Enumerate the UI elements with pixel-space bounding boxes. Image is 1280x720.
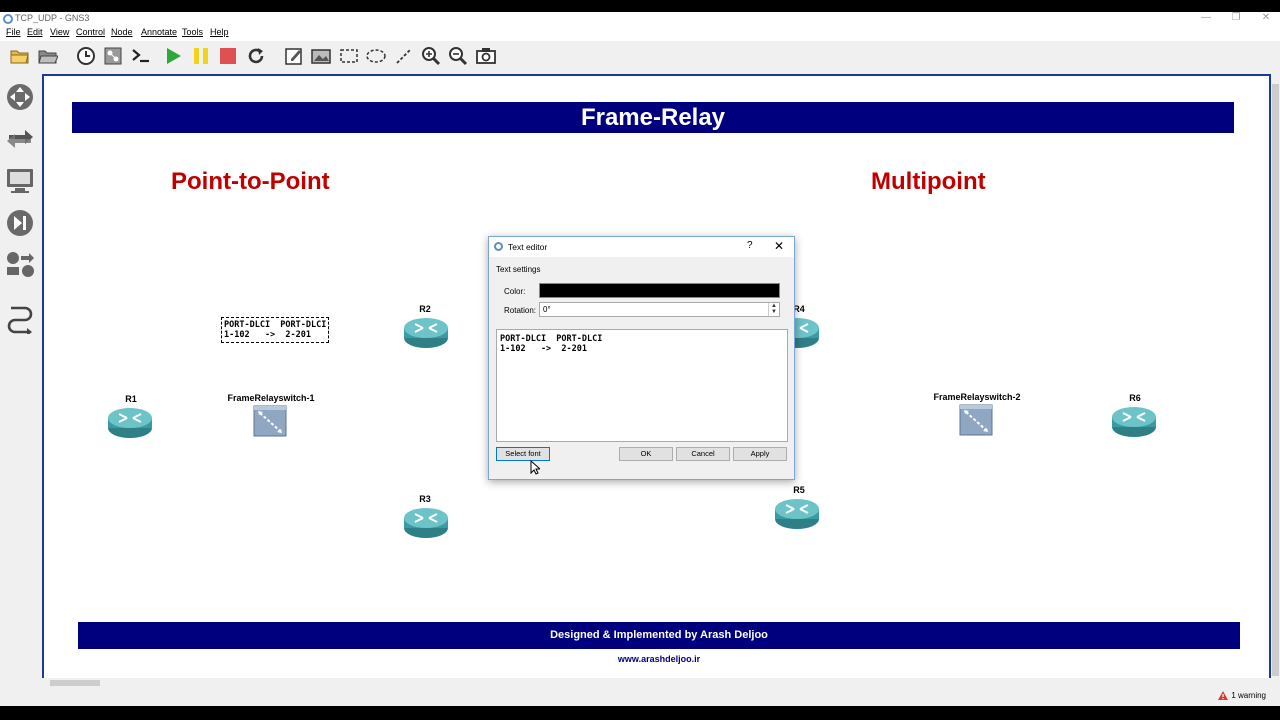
warning-icon	[1218, 691, 1229, 700]
browse-security-devices-icon[interactable]	[4, 207, 36, 239]
zoom-out-icon[interactable]	[447, 45, 469, 67]
dlci-note[interactable]: PORT-DLCI PORT-DLCI 1-102 -> 2-201	[221, 317, 330, 343]
r6-label: R6	[1129, 393, 1141, 403]
window-title: TCP_UDP - GNS3	[15, 13, 90, 23]
footer-banner: Designed & Implemented by Arash Deljoo	[78, 622, 1240, 649]
frame-relay-switch-2-label: FrameRelayswitch-2	[933, 392, 1021, 402]
title-bar: TCP_UDP - GNS3 — ❐ ✕	[0, 12, 1280, 26]
frame-relay-switch-2-icon[interactable]	[959, 404, 993, 436]
dialog-close-button[interactable]: ✕	[774, 239, 784, 253]
r3-label: R3	[419, 494, 431, 504]
browse-routers-icon[interactable]	[4, 81, 36, 113]
dialog-title: Text editor	[508, 242, 548, 252]
snapshot-icon[interactable]	[75, 45, 97, 67]
gns3-logo-icon	[494, 242, 503, 251]
menu-tools[interactable]: Tools	[182, 27, 203, 37]
router-r2-icon[interactable]	[403, 316, 449, 350]
suspend-all-icon[interactable]	[190, 45, 212, 67]
router-r1-icon[interactable]	[107, 406, 153, 440]
draw-line-icon[interactable]	[393, 45, 415, 67]
horizontal-scrollbar[interactable]	[42, 678, 1271, 688]
rotation-spinner[interactable]: ▲ ▼	[768, 303, 779, 316]
gns3-logo-icon	[3, 14, 13, 24]
menu-bar: File Edit View Control Node Annotate Too…	[0, 26, 1280, 41]
footer-url: www.arashdeljoo.ir	[617, 654, 701, 664]
menu-help[interactable]: Help	[210, 27, 229, 37]
browse-end-devices-icon[interactable]	[4, 165, 36, 197]
help-button[interactable]: ?	[747, 240, 753, 251]
multipoint-title: Multipoint	[871, 168, 986, 195]
console-all-icon[interactable]	[130, 45, 152, 67]
stop-all-icon[interactable]	[217, 45, 239, 67]
router-r3-icon[interactable]	[403, 506, 449, 540]
minimize-button[interactable]: —	[1192, 12, 1220, 23]
zoom-in-icon[interactable]	[420, 45, 442, 67]
insert-picture-icon[interactable]	[310, 45, 332, 67]
vertical-scroll-thumb[interactable]	[1272, 84, 1279, 676]
text-settings-heading: Text settings	[496, 265, 541, 274]
frame-relay-switch-1-label: FrameRelayswitch-1	[227, 393, 315, 403]
menu-view[interactable]: View	[50, 27, 69, 37]
restore-button[interactable]: ❐	[1222, 12, 1250, 23]
start-all-icon[interactable]	[162, 45, 184, 67]
menu-file[interactable]: File	[6, 27, 21, 37]
reload-all-icon[interactable]	[245, 45, 267, 67]
draw-rectangle-icon[interactable]	[338, 45, 360, 67]
text-editor-dialog: Text editor ? ✕ Text settings Color: Rot…	[488, 236, 795, 480]
device-sidebar	[0, 75, 40, 693]
menu-node[interactable]: Node	[111, 27, 133, 37]
warning-indicator[interactable]: 1 warning	[1218, 691, 1266, 700]
browse-switches-icon[interactable]	[4, 123, 36, 155]
open-project-icon[interactable]	[37, 45, 59, 67]
r5-label: R5	[793, 485, 805, 495]
ok-button[interactable]: OK	[619, 447, 673, 461]
status-bar: 1 warning	[0, 688, 1280, 706]
vertical-scrollbar[interactable]	[1271, 74, 1280, 689]
draw-ellipse-icon[interactable]	[365, 45, 387, 67]
router-r5-icon[interactable]	[774, 497, 820, 531]
mouse-cursor-icon	[530, 460, 540, 475]
add-note-icon[interactable]	[283, 45, 305, 67]
router-r6-icon[interactable]	[1111, 405, 1157, 439]
apply-button[interactable]: Apply	[733, 447, 787, 461]
menu-edit[interactable]: Edit	[27, 27, 43, 37]
new-project-icon[interactable]	[9, 45, 31, 67]
cancel-button[interactable]: Cancel	[676, 447, 730, 461]
frame-relay-switch-1-icon[interactable]	[253, 405, 287, 437]
add-link-icon[interactable]	[4, 303, 36, 335]
rotation-input[interactable]: 0°	[539, 302, 780, 317]
screenshot-icon[interactable]	[475, 45, 497, 67]
warning-text: 1 warning	[1231, 691, 1266, 700]
close-button[interactable]: ✕	[1252, 12, 1280, 23]
menu-annotate[interactable]: Annotate	[141, 27, 177, 37]
r2-label: R2	[419, 304, 431, 314]
rotation-label: Rotation:	[504, 306, 537, 315]
color-picker-button[interactable]	[539, 283, 780, 298]
point-to-point-title: Point-to-Point	[171, 168, 330, 195]
color-label: Color:	[504, 287, 526, 296]
toolbar	[0, 41, 1280, 71]
menu-control[interactable]: Control	[76, 27, 105, 37]
r1-label: R1	[125, 394, 137, 404]
note-text-editor[interactable]: PORT-DLCI PORT-DLCI 1-102 -> 2-201	[496, 329, 788, 442]
title-banner: Frame-Relay	[72, 102, 1234, 133]
horizontal-scroll-thumb[interactable]	[50, 680, 100, 686]
dialog-title-bar: Text editor ? ✕	[489, 237, 794, 257]
browse-all-devices-icon[interactable]	[4, 249, 36, 281]
show-interface-labels-icon[interactable]	[102, 45, 124, 67]
select-font-button[interactable]: Select font	[496, 447, 550, 461]
